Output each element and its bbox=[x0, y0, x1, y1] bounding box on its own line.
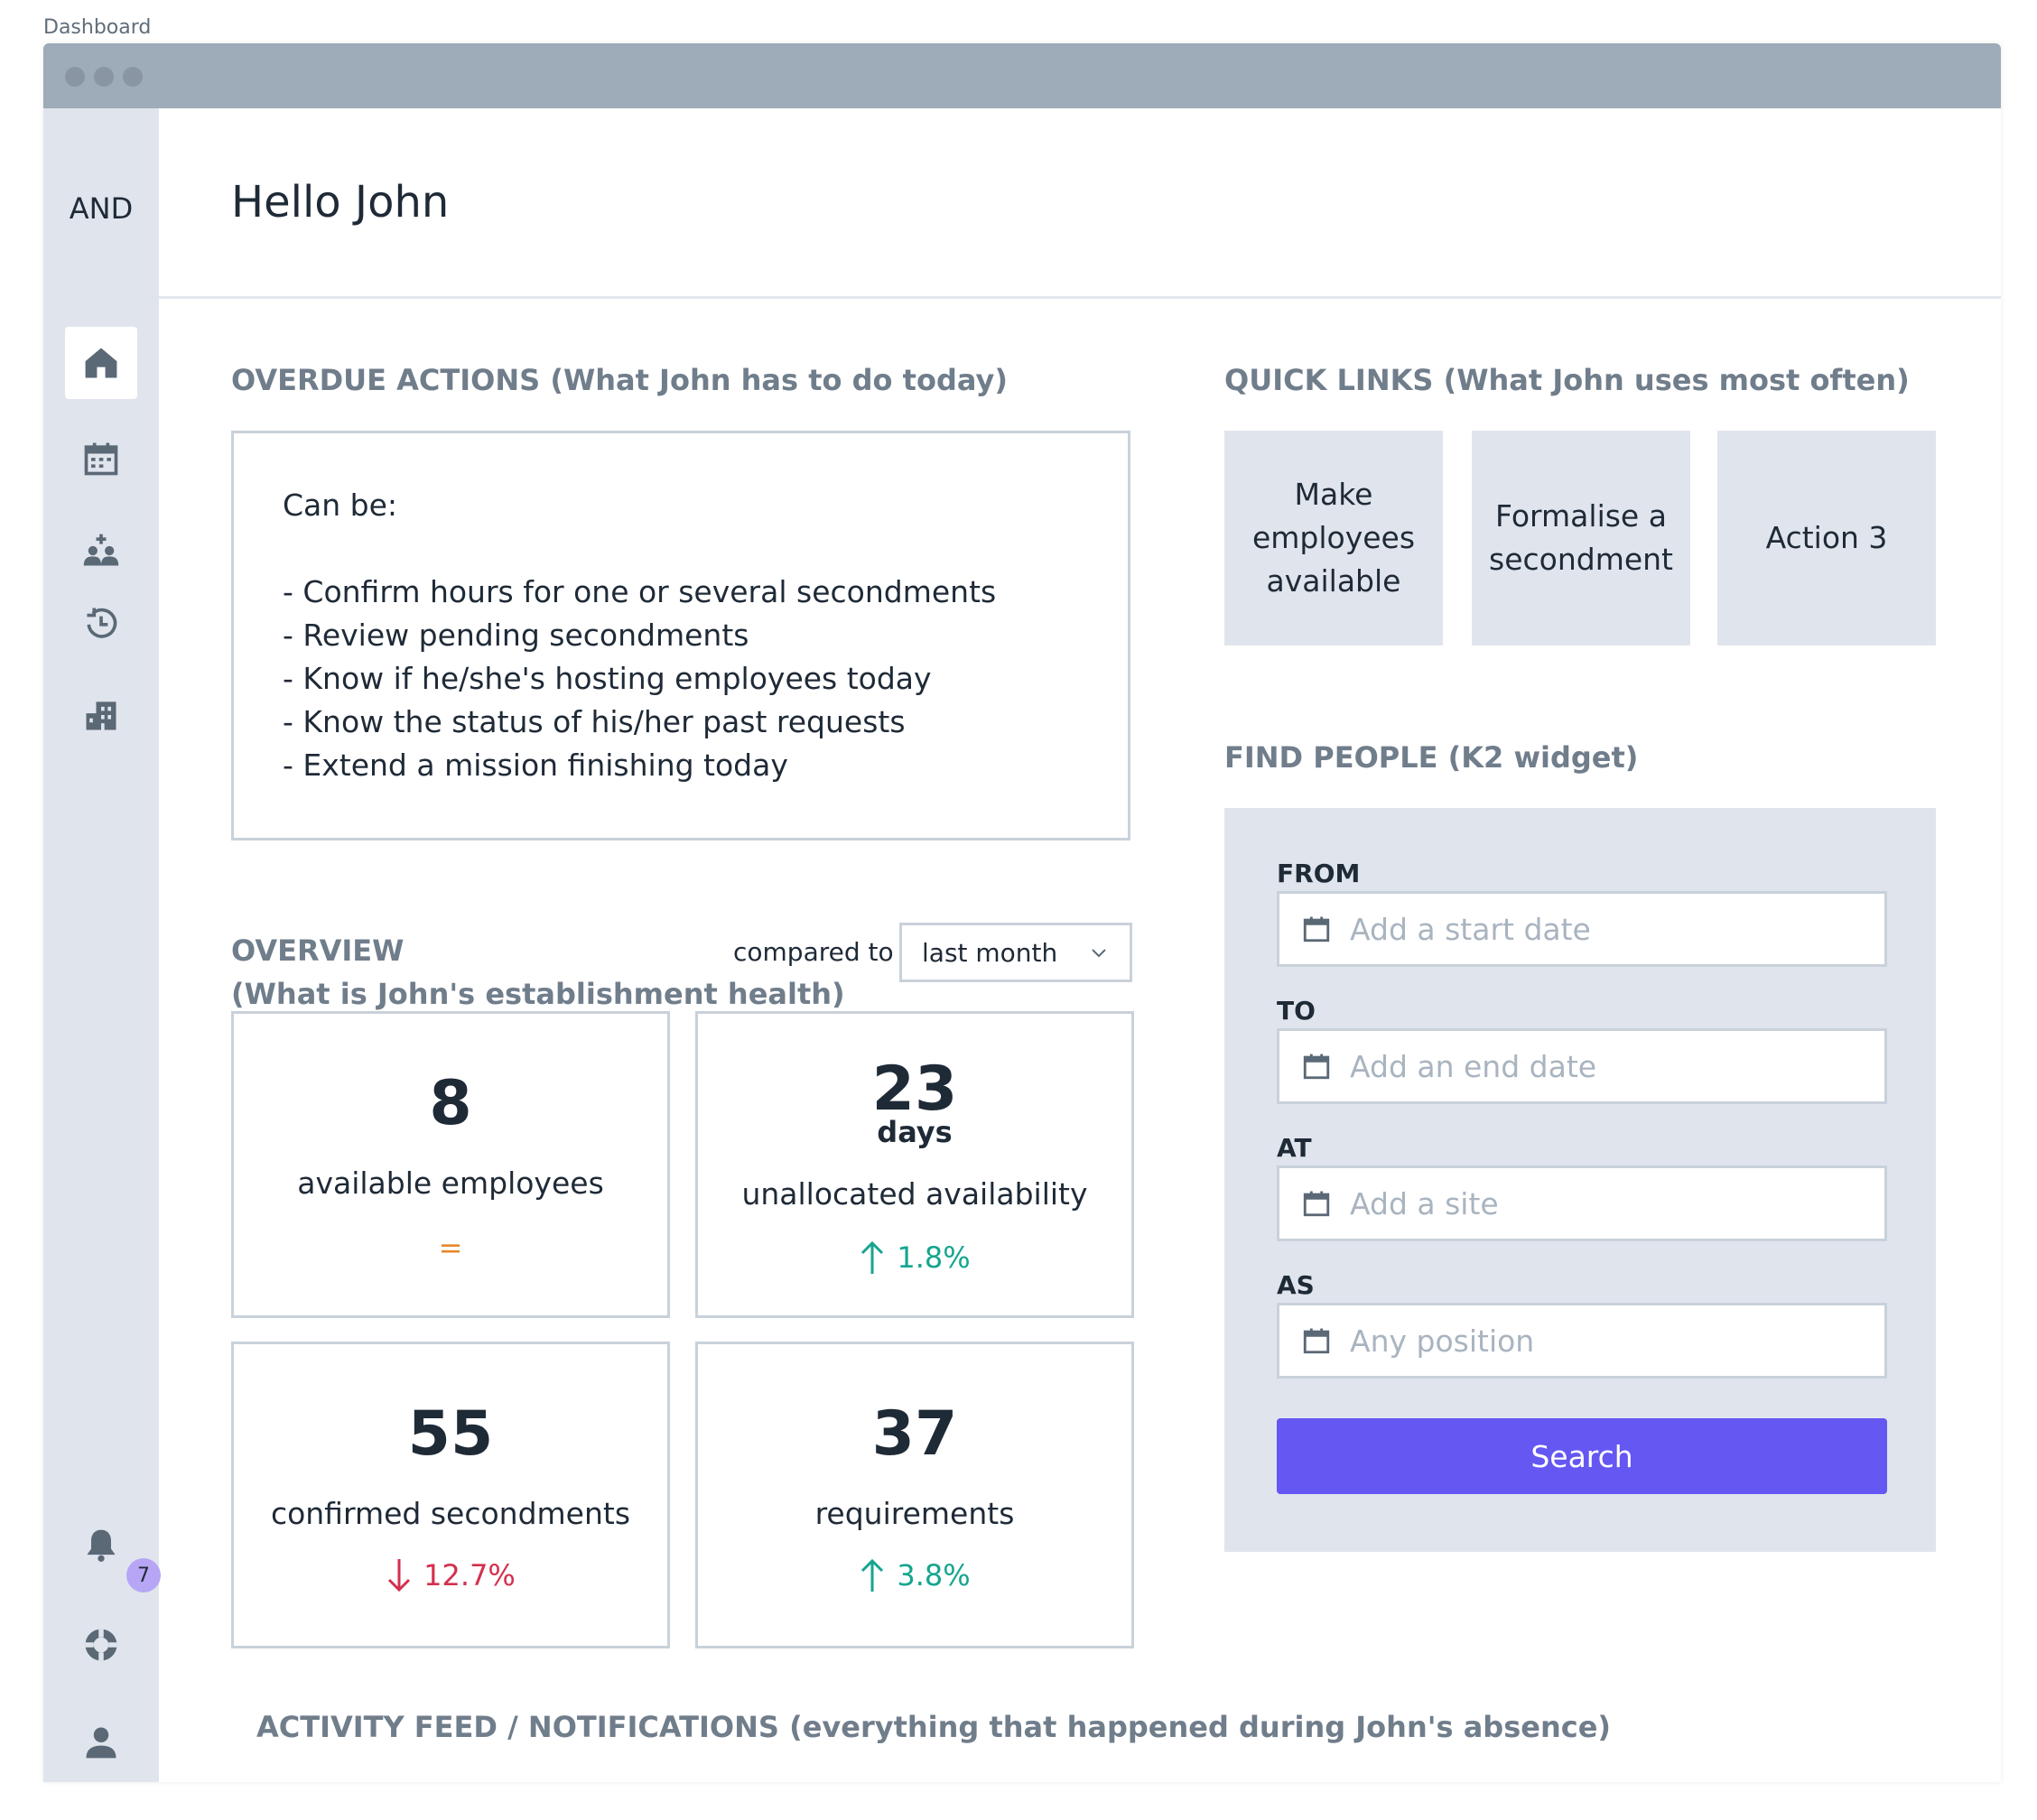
header-divider bbox=[159, 296, 2001, 299]
stat-trend-value: 1.8% bbox=[897, 1240, 971, 1275]
stat-trend: 12.7% bbox=[234, 1557, 667, 1593]
calendar-icon bbox=[1303, 1328, 1330, 1354]
arrow-down-icon bbox=[386, 1557, 413, 1593]
compared-to-label: compared to bbox=[733, 937, 894, 967]
overdue-intro: Can be: bbox=[283, 488, 398, 523]
overdue-item: - Know the status of his/her past reques… bbox=[283, 704, 906, 739]
field-label-from: FROM bbox=[1277, 859, 1361, 888]
from-date-field[interactable] bbox=[1277, 891, 1887, 967]
position-field[interactable] bbox=[1277, 1303, 1887, 1379]
calendar-icon bbox=[84, 442, 118, 476]
frame-label: Dashboard bbox=[43, 16, 152, 39]
overdue-actions-panel: Can be: - Confirm hours for one or sever… bbox=[231, 431, 1130, 840]
stat-card-confirmed-secondments[interactable]: 55 confirmed secondments 12.7% bbox=[231, 1342, 670, 1648]
overdue-item: - Know if he/she's hosting employees tod… bbox=[283, 661, 932, 696]
arrow-up-icon bbox=[859, 1240, 886, 1276]
stat-trend: 3.8% bbox=[698, 1557, 1131, 1593]
chevron-down-icon bbox=[1092, 949, 1106, 958]
calendar-icon bbox=[1303, 916, 1330, 942]
stat-trend: = bbox=[234, 1230, 667, 1265]
quick-link-make-employees-available[interactable]: Make employees available bbox=[1224, 431, 1443, 645]
calendar-icon bbox=[1303, 1054, 1330, 1080]
quick-link-action-3[interactable]: Action 3 bbox=[1717, 431, 1936, 645]
stat-label: requirements bbox=[814, 1496, 1015, 1531]
sidebar-item-people[interactable] bbox=[65, 515, 137, 587]
page-title: Hello John bbox=[231, 177, 450, 228]
stat-label: available employees bbox=[297, 1165, 604, 1201]
stat-card-requirements[interactable]: 37 requirements 3.8% bbox=[695, 1342, 1134, 1648]
quick-link-formalise-secondment[interactable]: Formalise a secondment bbox=[1472, 431, 1690, 645]
overview-subtitle: (What is John's establishment health) bbox=[231, 977, 845, 1011]
overdue-actions-title: OVERDUE ACTIONS (What John has to do tod… bbox=[231, 363, 1008, 397]
compare-period-value: last month bbox=[922, 937, 1058, 968]
stat-label: unallocated availability bbox=[741, 1176, 1088, 1212]
stat-label: confirmed secondments bbox=[270, 1496, 631, 1531]
bell-icon bbox=[87, 1529, 116, 1562]
sidebar-item-home[interactable] bbox=[65, 327, 137, 399]
overdue-item: - Extend a mission finishing today bbox=[283, 748, 788, 783]
field-label-to: TO bbox=[1277, 996, 1316, 1026]
window-titlebar bbox=[43, 43, 2001, 108]
people-add-icon bbox=[83, 534, 119, 566]
stat-value: 8 bbox=[429, 1068, 472, 1139]
calendar-icon bbox=[1303, 1191, 1330, 1217]
quick-links-title: QUICK LINKS (What John uses most often) bbox=[1224, 363, 1910, 397]
user-icon bbox=[86, 1727, 116, 1759]
stat-trend-value: 12.7% bbox=[423, 1558, 516, 1592]
search-button[interactable]: Search bbox=[1277, 1418, 1887, 1494]
from-date-input[interactable] bbox=[1350, 911, 1856, 947]
site-input[interactable] bbox=[1350, 1185, 1856, 1221]
find-people-title: FIND PEOPLE (K2 widget) bbox=[1224, 740, 1639, 775]
stat-trend: 1.8% bbox=[698, 1240, 1131, 1276]
activity-feed-title: ACTIVITY FEED / NOTIFICATIONS (everythin… bbox=[256, 1710, 1612, 1744]
field-label-as: AS bbox=[1277, 1270, 1315, 1300]
building-icon bbox=[86, 701, 116, 730]
arrow-up-icon bbox=[859, 1557, 886, 1593]
to-date-field[interactable] bbox=[1277, 1028, 1887, 1104]
overdue-item: - Review pending secondments bbox=[283, 618, 749, 653]
stat-trend-value: = bbox=[438, 1230, 463, 1265]
sidebar-item-profile[interactable] bbox=[65, 1706, 137, 1778]
window-minimize-dot[interactable] bbox=[94, 67, 114, 87]
site-field[interactable] bbox=[1277, 1165, 1887, 1241]
sidebar-item-calendar[interactable] bbox=[65, 422, 137, 495]
lifebuoy-icon bbox=[85, 1629, 117, 1661]
stat-value: 37 bbox=[871, 1398, 958, 1470]
sidebar-item-help[interactable] bbox=[65, 1609, 137, 1681]
stat-value: 55 bbox=[407, 1398, 494, 1470]
to-date-input[interactable] bbox=[1350, 1048, 1856, 1084]
find-people-panel: FROM TO AT AS Search bbox=[1224, 808, 1936, 1552]
stat-trend-value: 3.8% bbox=[897, 1558, 971, 1592]
compare-period-select[interactable]: last month bbox=[899, 923, 1132, 982]
sidebar-item-history[interactable] bbox=[65, 587, 137, 659]
app-logo: AND bbox=[69, 191, 134, 226]
sidebar-item-notifications[interactable]: 7 bbox=[65, 1509, 161, 1592]
notification-count-badge: 7 bbox=[126, 1558, 161, 1592]
home-icon bbox=[85, 348, 117, 378]
window-maximize-dot[interactable] bbox=[123, 67, 143, 87]
sidebar: AND 7 bbox=[43, 108, 161, 1782]
overdue-item: - Confirm hours for one or several secon… bbox=[283, 574, 997, 609]
position-input[interactable] bbox=[1350, 1323, 1856, 1359]
stat-unit: days bbox=[877, 1115, 953, 1149]
field-label-at: AT bbox=[1277, 1133, 1312, 1163]
stat-card-unallocated-availability[interactable]: 23 days unallocated availability 1.8% bbox=[695, 1011, 1134, 1318]
window-close-dot[interactable] bbox=[65, 67, 85, 87]
overview-title: OVERVIEW bbox=[231, 933, 405, 968]
stat-value: 23 bbox=[871, 1054, 958, 1125]
history-icon bbox=[87, 608, 117, 638]
stat-card-available-employees[interactable]: 8 available employees = bbox=[231, 1011, 670, 1318]
sidebar-item-sites[interactable] bbox=[65, 679, 137, 751]
